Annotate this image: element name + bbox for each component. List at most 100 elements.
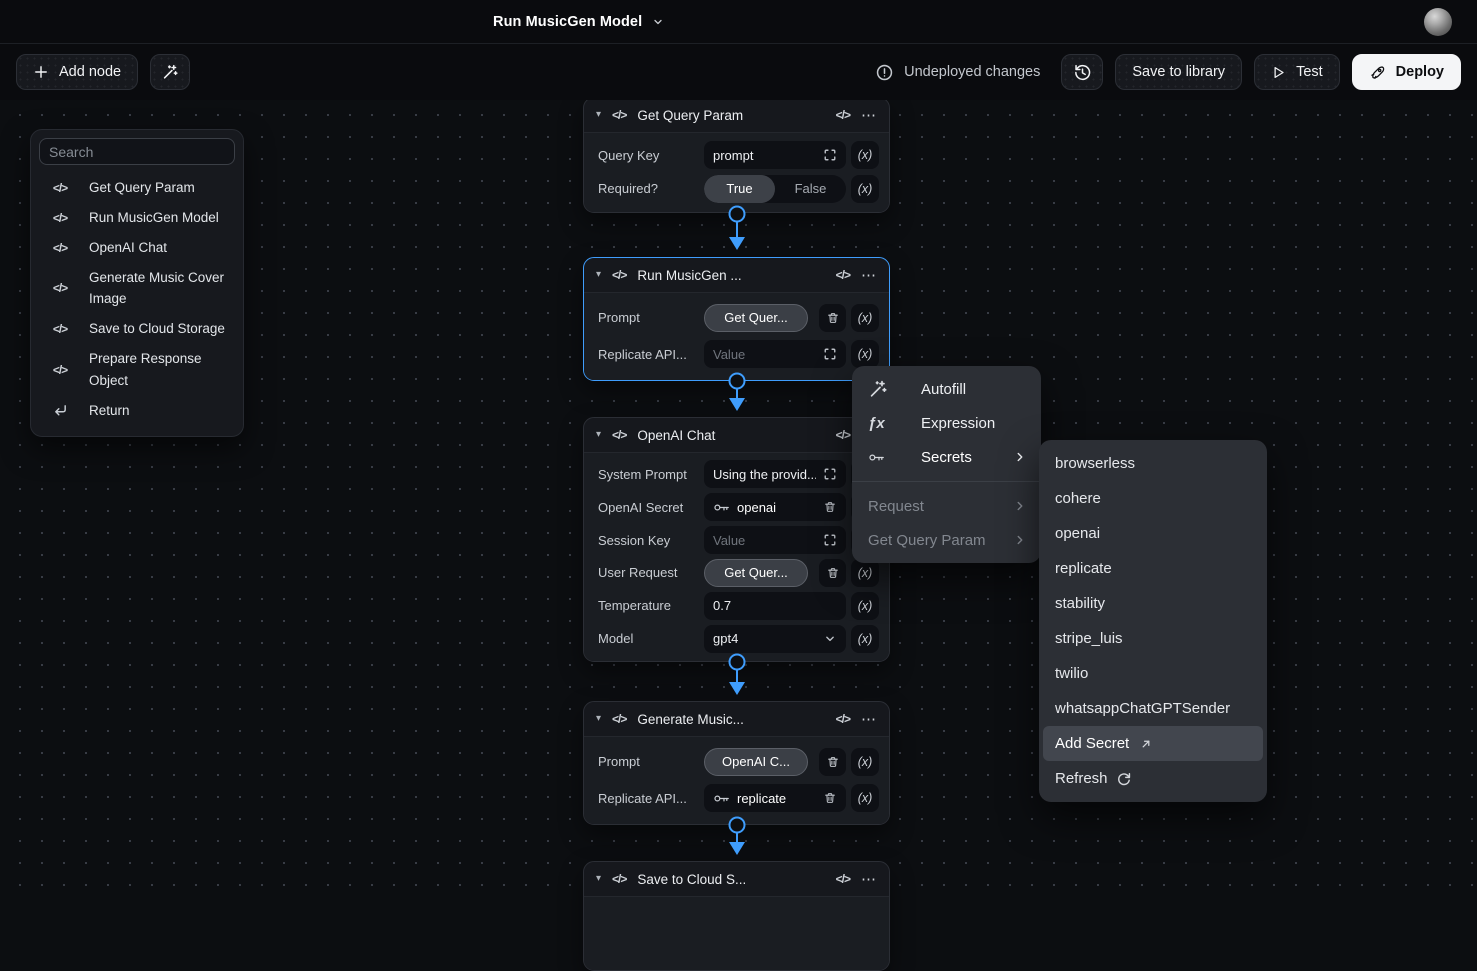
variable-badge[interactable]: (x) (851, 784, 879, 812)
view-code-icon[interactable]: </> (836, 872, 850, 886)
secret-item-label: browserless (1055, 455, 1135, 472)
refresh-secrets-item[interactable]: Refresh (1039, 761, 1267, 796)
variable-badge[interactable]: (x) (851, 748, 879, 776)
secret-field[interactable]: replicate (704, 784, 846, 812)
secret-item-browserless[interactable]: browserless (1039, 446, 1267, 481)
code-icon: </> (53, 241, 67, 255)
variable-badge[interactable]: (x) (851, 340, 879, 368)
node-save-to-cloud-s[interactable]: ▾</>Save to Cloud S...</>⋯ (583, 861, 890, 971)
variable-badge[interactable]: (x) (851, 141, 879, 169)
palette-item-return[interactable]: Return (39, 396, 235, 426)
expand-icon[interactable] (823, 533, 837, 547)
node-openai-chat[interactable]: ▾</>OpenAI Chat</>⋯System PromptUsing th… (583, 417, 890, 662)
secret-field[interactable]: openai (704, 493, 846, 521)
view-code-icon[interactable]: </> (836, 108, 850, 122)
toolbar: Add node Undeployed changes Save to libr… (0, 44, 1477, 100)
palette-item-prepare-response-object[interactable]: </>Prepare Response Object (39, 344, 235, 396)
node-header[interactable]: ▾</>Generate Music...</>⋯ (584, 702, 889, 736)
menu-item-secrets[interactable]: Secrets (852, 440, 1041, 474)
connected-value-pill[interactable]: OpenAI C... (704, 748, 808, 776)
palette-item-label: Return (89, 400, 235, 422)
node-more-icon[interactable]: ⋯ (861, 268, 877, 283)
secret-item-stability[interactable]: stability (1039, 586, 1267, 621)
node-more-icon[interactable]: ⋯ (861, 712, 877, 727)
trash-icon[interactable] (823, 500, 837, 514)
input-field[interactable]: Value (704, 340, 846, 368)
save-to-library-button[interactable]: Save to library (1115, 54, 1242, 90)
palette-item-generate-music-cover-image[interactable]: </>Generate Music Cover Image (39, 263, 235, 315)
node-header[interactable]: ▾</>Get Query Param</>⋯ (584, 98, 889, 132)
warning-circle-icon (875, 63, 894, 82)
palette-item-save-to-cloud-storage[interactable]: </>Save to Cloud Storage (39, 314, 235, 344)
secret-item-replicate[interactable]: replicate (1039, 551, 1267, 586)
deploy-label: Deploy (1396, 64, 1444, 80)
palette-item-run-musicgen-model[interactable]: </>Run MusicGen Model (39, 203, 235, 233)
trash-button[interactable] (819, 748, 846, 776)
secret-item-twilio[interactable]: twilio (1039, 656, 1267, 691)
collapse-caret-icon[interactable]: ▾ (596, 430, 601, 440)
trash-button[interactable] (819, 304, 846, 332)
variable-badge[interactable]: (x) (851, 559, 879, 587)
add-node-label: Add node (59, 64, 121, 80)
node-header[interactable]: ▾</>OpenAI Chat</>⋯ (584, 418, 889, 452)
collapse-caret-icon[interactable]: ▾ (596, 270, 601, 280)
input-field[interactable]: Value (704, 526, 846, 554)
view-code-icon[interactable]: </> (836, 712, 850, 726)
expand-icon[interactable] (823, 148, 837, 162)
node-run-musicgen[interactable]: ▾</>Run MusicGen ...</>⋯PromptGet Quer..… (583, 257, 890, 381)
add-secret-item[interactable]: Add Secret (1043, 726, 1263, 761)
history-button[interactable] (1061, 54, 1103, 90)
variable-badge[interactable]: (x) (851, 175, 879, 203)
node-header[interactable]: ▾</>Run MusicGen ...</>⋯ (584, 258, 889, 292)
code-icon: </> (612, 108, 626, 122)
expand-icon[interactable] (823, 467, 837, 481)
code-icon: </> (53, 181, 67, 195)
view-code-icon[interactable]: </> (836, 268, 850, 282)
field-label: User Request (598, 565, 704, 580)
expand-icon[interactable] (823, 347, 837, 361)
node-more-icon[interactable]: ⋯ (861, 108, 877, 123)
secret-item-openai[interactable]: openai (1039, 516, 1267, 551)
chevron-down-icon[interactable] (823, 632, 837, 646)
menu-item-autofill[interactable]: Autofill (852, 372, 1041, 406)
field-zone: Get Quer... (704, 559, 846, 587)
node-header[interactable]: ▾</>Save to Cloud S...</>⋯ (584, 862, 889, 896)
secret-item-whatsappchatgptsender[interactable]: whatsappChatGPTSender (1039, 691, 1267, 726)
input-field[interactable]: prompt (704, 141, 846, 169)
toggle-option-false[interactable]: False (775, 175, 846, 203)
input-field[interactable]: Using the provid... (704, 460, 846, 488)
palette-item-get-query-param[interactable]: </>Get Query Param (39, 173, 235, 203)
view-code-icon[interactable]: </> (836, 428, 850, 442)
search-input[interactable] (49, 144, 225, 160)
secret-item-stripe_luis[interactable]: stripe_luis (1039, 621, 1267, 656)
palette-item-openai-chat[interactable]: </>OpenAI Chat (39, 233, 235, 263)
field-label: Prompt (598, 310, 704, 325)
trash-button[interactable] (819, 559, 846, 587)
collapse-caret-icon[interactable]: ▾ (596, 110, 601, 120)
deploy-button[interactable]: Deploy (1352, 54, 1461, 90)
connected-value-pill[interactable]: Get Quer... (704, 304, 808, 332)
add-node-button[interactable]: Add node (16, 54, 138, 90)
trash-icon[interactable] (823, 791, 837, 805)
variable-badge[interactable]: (x) (851, 592, 879, 620)
secret-item-cohere[interactable]: cohere (1039, 481, 1267, 516)
ai-wand-button[interactable] (150, 54, 190, 90)
field-label: Model (598, 631, 704, 646)
user-avatar[interactable] (1424, 8, 1452, 36)
collapse-caret-icon[interactable]: ▾ (596, 874, 601, 884)
menu-item-expression[interactable]: ƒxExpression (852, 406, 1041, 440)
collapse-caret-icon[interactable]: ▾ (596, 714, 601, 724)
node-more-icon[interactable]: ⋯ (861, 872, 877, 887)
node-generate-music[interactable]: ▾</>Generate Music...</>⋯PromptOpenAI C.… (583, 701, 890, 825)
connected-value-pill[interactable]: Get Quer... (704, 559, 808, 587)
variable-badge[interactable]: (x) (851, 625, 879, 653)
select-field[interactable]: gpt4 (704, 625, 846, 653)
input-field[interactable]: 0.7 (704, 592, 846, 620)
workflow-title-dropdown[interactable]: Run MusicGen Model (493, 0, 664, 44)
node-title: OpenAI Chat (637, 428, 715, 443)
toggle-option-true[interactable]: True (704, 175, 775, 203)
variable-badge[interactable]: (x) (851, 304, 879, 332)
test-button[interactable]: Test (1254, 54, 1340, 90)
palette-item-label: Run MusicGen Model (89, 207, 235, 229)
node-get-query-param[interactable]: ▾</>Get Query Param</>⋯Query Keyprompt(x… (583, 97, 890, 213)
